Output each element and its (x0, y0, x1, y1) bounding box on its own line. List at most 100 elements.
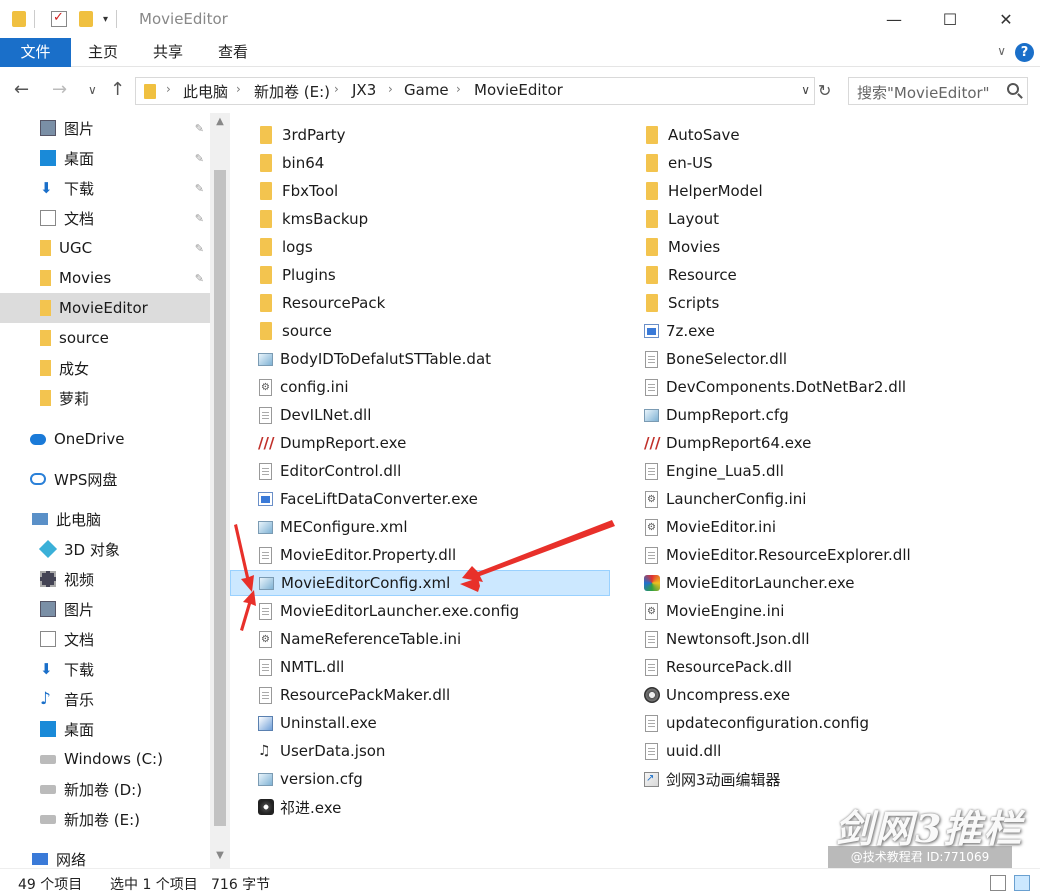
breadcrumb-separator[interactable]: › (388, 82, 393, 96)
file-item[interactable]: DevComponents.DotNetBar2.dll (616, 374, 1016, 400)
folder-item[interactable]: FbxTool (230, 178, 610, 204)
back-button[interactable]: ← (14, 79, 29, 100)
details-view-icon[interactable] (990, 875, 1006, 891)
sidebar-scrollbar-thumb[interactable] (214, 170, 226, 826)
file-item[interactable]: DevILNet.dll (230, 402, 610, 428)
folder-item[interactable]: Scripts (616, 290, 1016, 316)
sidebar-item-[interactable]: ⬇ 下载 (0, 654, 210, 684)
folder-item[interactable]: AutoSave (616, 122, 1016, 148)
sidebar-item-[interactable]: 文档 (0, 624, 210, 654)
sidebar-item-3d[interactable]: 3D 对象 (0, 534, 210, 564)
file-item[interactable]: BodyIDToDefalutSTTable.dat (230, 346, 610, 372)
breadcrumb-drive-e[interactable]: 新加卷 (E:) (254, 81, 330, 102)
large-icons-view-icon[interactable] (1014, 875, 1030, 891)
file-item[interactable]: UserData.json (230, 738, 610, 764)
sidebar-item-movies[interactable]: Movies ✎ (0, 263, 210, 293)
tab-file[interactable]: 文件 (0, 38, 71, 67)
folder-item[interactable]: ResourcePack (230, 290, 610, 316)
file-item[interactable]: ResourcePack.dll (616, 654, 1016, 680)
sidebar-item-[interactable]: 文档 ✎ (0, 203, 210, 233)
address-dropdown-icon[interactable]: ∨ (801, 83, 810, 97)
file-item[interactable]: updateconfiguration.config (616, 710, 1016, 736)
file-item[interactable]: BoneSelector.dll (616, 346, 1016, 372)
folder-item[interactable]: HelperModel (616, 178, 1016, 204)
sidebar-item-[interactable]: 视频 (0, 564, 210, 594)
scroll-up-icon[interactable]: ▲ (214, 116, 226, 127)
file-item[interactable]: ResourcePackMaker.dll (230, 682, 610, 708)
file-item[interactable]: 剑网3动画编辑器 (616, 766, 1016, 792)
folder-item[interactable]: 3rdParty (230, 122, 610, 148)
file-item[interactable]: MovieEditorConfig.xml (230, 570, 610, 596)
pin-icon[interactable]: ✎ (195, 182, 204, 195)
sidebar-item-e[interactable]: 新加卷 (E:) (0, 804, 210, 834)
maximize-button[interactable]: ☐ (922, 0, 978, 38)
folder-item[interactable]: bin64 (230, 150, 610, 176)
sidebar-item-[interactable]: 成女 (0, 353, 210, 383)
search-input[interactable]: 搜索"MovieEditor" (848, 77, 1028, 105)
file-item[interactable]: uuid.dll (616, 738, 1016, 764)
file-item[interactable]: NameReferenceTable.ini (230, 626, 610, 652)
help-icon[interactable]: ? (1015, 43, 1034, 62)
file-item[interactable]: FaceLiftDataConverter.exe (230, 486, 610, 512)
search-icon[interactable] (1007, 83, 1019, 95)
file-item[interactable]: Uninstall.exe (230, 710, 610, 736)
tab-share[interactable]: 共享 (138, 38, 198, 67)
forward-button[interactable]: → (52, 79, 67, 100)
sidebar-item-ugc[interactable]: UGC ✎ (0, 233, 210, 263)
folder-item[interactable]: Resource (616, 262, 1016, 288)
breadcrumb-separator[interactable]: › (456, 82, 461, 96)
sidebar-item-onedrive[interactable]: OneDrive (0, 424, 210, 454)
address-bar[interactable]: › 此电脑 › 新加卷 (E:) › JX3 › Game › MovieEdi… (135, 77, 815, 105)
file-item[interactable]: MEConfigure.xml (230, 514, 610, 540)
file-item[interactable]: MovieEditor.Property.dll (230, 542, 610, 568)
sidebar-item-[interactable]: 此电脑 (0, 504, 210, 534)
file-item[interactable]: EditorControl.dll (230, 458, 610, 484)
file-item[interactable]: MovieEditor.ResourceExplorer.dll (616, 542, 1016, 568)
sidebar-item-[interactable]: 图片 (0, 594, 210, 624)
sidebar-item-wps[interactable]: WPS网盘 (0, 464, 210, 494)
file-item[interactable]: Uncompress.exe (616, 682, 1016, 708)
close-button[interactable]: ✕ (978, 0, 1034, 38)
file-item[interactable]: DumpReport64.exe (616, 430, 1016, 456)
breadcrumb-this-pc[interactable]: 此电脑 (183, 81, 228, 102)
ribbon-collapse-icon[interactable]: ∨ (997, 44, 1006, 58)
properties-quick-icon[interactable] (51, 10, 67, 27)
pin-icon[interactable]: ✎ (195, 122, 204, 135)
file-item[interactable]: Engine_Lua5.dll (616, 458, 1016, 484)
breadcrumb-separator[interactable]: › (166, 82, 171, 96)
refresh-button[interactable]: ↻ (818, 81, 831, 100)
sidebar-item-windows-c[interactable]: Windows (C:) (0, 744, 210, 774)
folder-item[interactable]: Movies (616, 234, 1016, 260)
sidebar-item-[interactable]: 桌面 (0, 714, 210, 744)
sidebar-item-[interactable]: ♪ 音乐 (0, 684, 210, 714)
sidebar-item-[interactable]: 图片 ✎ (0, 113, 210, 143)
folder-item[interactable]: Layout (616, 206, 1016, 232)
sidebar-item-movieeditor[interactable]: MovieEditor (0, 293, 210, 323)
tab-home[interactable]: 主页 (73, 38, 133, 67)
sidebar-item-d[interactable]: 新加卷 (D:) (0, 774, 210, 804)
file-item[interactable]: MovieEditorLauncher.exe (616, 570, 1016, 596)
breadcrumb-movieeditor[interactable]: MovieEditor (474, 81, 563, 99)
file-item[interactable]: LauncherConfig.ini (616, 486, 1016, 512)
sidebar-item-[interactable]: 网络 (0, 844, 210, 868)
file-item[interactable]: Newtonsoft.Json.dll (616, 626, 1016, 652)
breadcrumb-separator[interactable]: › (334, 82, 339, 96)
tab-view[interactable]: 查看 (203, 38, 263, 67)
minimize-button[interactable]: — (866, 0, 922, 38)
quick-access-dropdown-icon[interactable]: ▾ (103, 14, 108, 25)
sidebar-item-[interactable]: 萝莉 (0, 383, 210, 413)
file-item[interactable]: config.ini (230, 374, 610, 400)
file-item[interactable]: NMTL.dll (230, 654, 610, 680)
file-item[interactable]: 7z.exe (616, 318, 1016, 344)
file-item[interactable]: 祁进.exe (230, 794, 610, 820)
folder-item[interactable]: en-US (616, 150, 1016, 176)
folder-item[interactable]: kmsBackup (230, 206, 610, 232)
file-item[interactable]: DumpReport.cfg (616, 402, 1016, 428)
breadcrumb-jx3[interactable]: JX3 (352, 81, 376, 99)
sidebar-item-[interactable]: ⬇ 下载 ✎ (0, 173, 210, 203)
breadcrumb-game[interactable]: Game (404, 81, 449, 99)
sidebar-item-[interactable]: 桌面 ✎ (0, 143, 210, 173)
file-item[interactable]: MovieEditorLauncher.exe.config (230, 598, 610, 624)
up-button[interactable]: ↑ (110, 79, 125, 100)
file-item[interactable]: MovieEngine.ini (616, 598, 1016, 624)
